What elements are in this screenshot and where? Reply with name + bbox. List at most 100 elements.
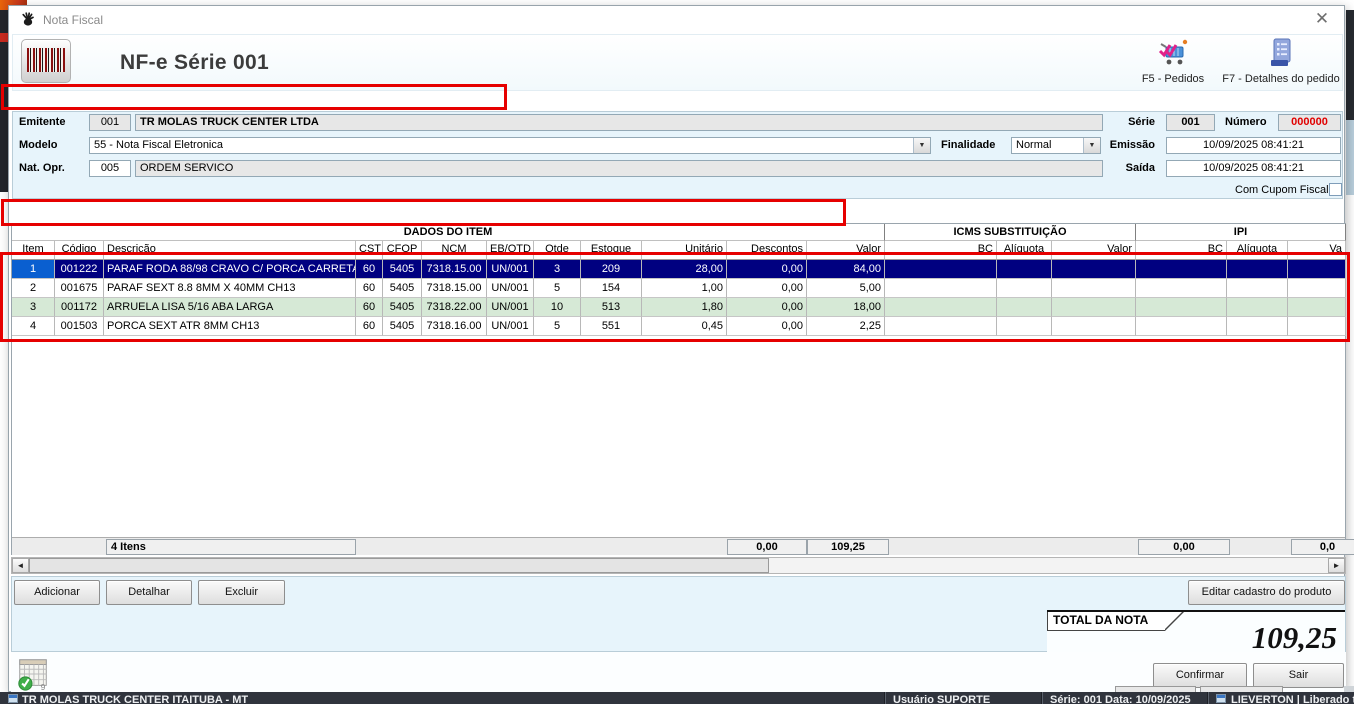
grid-column-header: ItemCódigoDescriçãoCSTCFOPNCMEB/QTDQtdeE… (12, 241, 1345, 260)
cell (1288, 298, 1346, 317)
confirmar-button[interactable]: Confirmar (1153, 663, 1247, 688)
status-session: LIEVERTON | Liberado t (1231, 694, 1354, 704)
table-row[interactable]: 3001172ARRUELA LISA 5/16 ABA LARGA605405… (12, 298, 1345, 317)
emitente-code-field[interactable]: 001 (89, 114, 131, 131)
status-serie-data: Série: 001 Data: 10/09/2025 (1050, 694, 1191, 704)
cell (885, 317, 997, 336)
cell (1288, 279, 1346, 298)
cell (997, 279, 1052, 298)
total-da-nota-box: TOTAL DA NOTA 109,25 (1047, 610, 1345, 653)
column-header-6[interactable]: EB/QTD (487, 241, 534, 260)
cell: 513 (581, 298, 642, 317)
cell: 5405 (383, 260, 422, 279)
cell: UN/001 (487, 298, 534, 317)
table-row[interactable]: 1001222PARAF RODA 88/98 CRAVO C/ PORCA C… (12, 260, 1345, 279)
f7-detalhes-button[interactable]: F7 - Detalhes do pedido (1219, 38, 1343, 85)
cell: 18,00 (807, 298, 885, 317)
scroll-left-icon[interactable]: ◄ (12, 558, 29, 573)
desktop-left-red-fragment (0, 33, 8, 42)
modelo-combobox[interactable]: 55 - Nota Fiscal Eletronica▼ (89, 137, 931, 154)
page-title: NF-e Série 001 (120, 51, 269, 75)
cell: 10 (534, 298, 581, 317)
cell: 7318.15.00 (422, 260, 487, 279)
cupom-fiscal-checkbox[interactable] (1329, 183, 1342, 196)
items-count: 4 Itens (106, 539, 356, 555)
column-header-16[interactable]: Alíquota (1227, 241, 1288, 260)
cell (1227, 260, 1288, 279)
excluir-button[interactable]: Excluir (198, 580, 285, 605)
desktop-right-strip (1346, 10, 1354, 120)
column-header-2[interactable]: Descrição (104, 241, 356, 260)
scroll-right-icon[interactable]: ► (1328, 558, 1345, 573)
cell: PORCA SEXT ATR 8MM CH13 (104, 317, 356, 336)
desktop-right-strip-light (1346, 120, 1354, 195)
table-row[interactable]: 4001503PORCA SEXT ATR 8MM CH136054057318… (12, 317, 1345, 336)
column-header-9[interactable]: Unitário (642, 241, 727, 260)
cell: 551 (581, 317, 642, 336)
cell: 001172 (55, 298, 104, 317)
column-header-8[interactable]: Estoque (581, 241, 642, 260)
cell: 1,00 (642, 279, 727, 298)
emissao-field[interactable]: 10/09/2025 08:41:21 (1166, 137, 1341, 154)
column-header-15[interactable]: BC (1136, 241, 1227, 260)
cell (1052, 279, 1136, 298)
adicionar-button[interactable]: Adicionar (14, 580, 100, 605)
cell: 5405 (383, 279, 422, 298)
calendar-icon[interactable]: 9 (15, 656, 51, 692)
cell (1136, 298, 1227, 317)
cell (1052, 317, 1136, 336)
cell: 60 (356, 260, 383, 279)
column-header-3[interactable]: CST (356, 241, 383, 260)
column-header-0[interactable]: Item (12, 241, 55, 260)
cell: 3 (534, 260, 581, 279)
column-header-7[interactable]: Qtde (534, 241, 581, 260)
column-header-13[interactable]: Alíquota (997, 241, 1052, 260)
grid-group-header: DADOS DO ITEMICMS SUBSTITUIÇÃOIPI (12, 224, 1345, 241)
close-icon[interactable]: ✕ (1312, 9, 1332, 29)
grid-rows: 1001222PARAF RODA 88/98 CRAVO C/ PORCA C… (12, 260, 1345, 336)
numero-field[interactable]: 000000 (1278, 114, 1341, 131)
cell (885, 298, 997, 317)
scrollbar-thumb[interactable] (29, 558, 769, 573)
detalhar-button[interactable]: Detalhar (106, 580, 192, 605)
chevron-down-icon[interactable]: ▼ (913, 138, 930, 153)
table-row[interactable]: 2001675PARAF SEXT 8.8 8MM X 40MM CH13605… (12, 279, 1345, 298)
cell: 0,00 (727, 260, 807, 279)
cell: 5,00 (807, 279, 885, 298)
cell (885, 260, 997, 279)
cell (997, 298, 1052, 317)
column-header-10[interactable]: Descontos (727, 241, 807, 260)
serie-field[interactable]: 001 (1166, 114, 1215, 131)
cell: 001675 (55, 279, 104, 298)
finalidade-combobox[interactable]: Normal▼ (1011, 137, 1101, 154)
total-da-nota-value: 109,25 (1252, 620, 1337, 656)
nota-fiscal-window: Nota Fiscal ✕ NF-e Série 001 F5 - Pedido… (8, 5, 1345, 692)
cell: 0,00 (727, 279, 807, 298)
f5-pedidos-button[interactable]: F5 - Pedidos (1135, 38, 1211, 85)
status-session-icon (1216, 694, 1226, 703)
editar-cadastro-button[interactable]: Editar cadastro do produto (1188, 580, 1345, 605)
cell: 209 (581, 260, 642, 279)
column-header-4[interactable]: CFOP (383, 241, 422, 260)
svg-text:9: 9 (41, 682, 46, 692)
column-header-1[interactable]: Código (55, 241, 104, 260)
sair-button[interactable]: Sair (1253, 663, 1344, 688)
column-header-11[interactable]: Valor (807, 241, 885, 260)
column-header-17[interactable]: Va (1288, 241, 1346, 260)
numero-label: Número (1225, 116, 1267, 128)
grid-group-0: DADOS DO ITEM (12, 224, 885, 241)
column-header-5[interactable]: NCM (422, 241, 487, 260)
status-separator (884, 692, 886, 704)
saida-field[interactable]: 10/09/2025 08:41:21 (1166, 160, 1341, 177)
horizontal-scrollbar[interactable]: ◄ ► (11, 557, 1346, 574)
cell: 3 (12, 298, 55, 317)
column-header-12[interactable]: BC (885, 241, 997, 260)
cell: 001503 (55, 317, 104, 336)
finalidade-label: Finalidade (941, 139, 995, 151)
emitente-name-field[interactable]: TR MOLAS TRUCK CENTER LTDA (135, 114, 1103, 131)
natopr-code-field[interactable]: 005 (89, 160, 131, 177)
natopr-name-field[interactable]: ORDEM SERVICO (135, 160, 1103, 177)
cell: 7318.22.00 (422, 298, 487, 317)
column-header-14[interactable]: Valor (1052, 241, 1136, 260)
f5-pedidos-label: F5 - Pedidos (1135, 73, 1211, 85)
